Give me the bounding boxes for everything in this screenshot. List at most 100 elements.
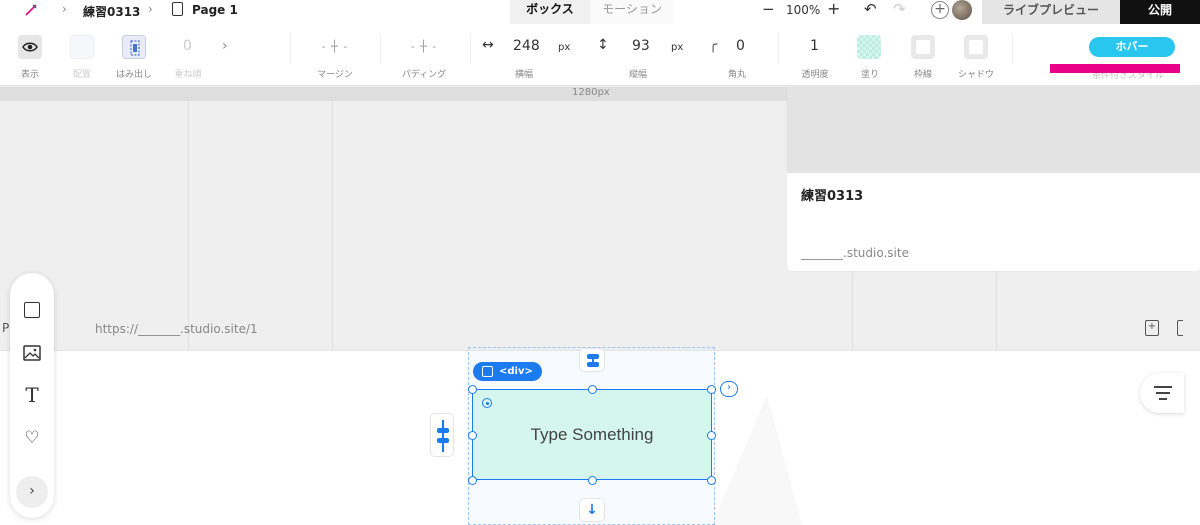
resize-handle[interactable] — [468, 431, 477, 440]
radius-label: 角丸 — [727, 70, 746, 80]
eye-icon[interactable] — [18, 35, 42, 59]
element-tag[interactable]: <div> — [473, 362, 542, 381]
margin-icon[interactable]: - ┼ - — [315, 36, 355, 58]
properties-toolbar: 表示 配置 はみ出し 0 重ね順 › - ┼ - マージン - ┼ - パディン… — [0, 24, 1200, 86]
selected-box[interactable]: Type Something — [472, 389, 712, 480]
width-value[interactable]: 248 — [513, 38, 540, 54]
padding-icon[interactable]: - ┼ - — [404, 36, 444, 58]
image-icon[interactable] — [21, 342, 43, 364]
avatar[interactable] — [952, 0, 972, 20]
top-spacing-handle[interactable] — [579, 348, 605, 372]
padding-label: パディング — [401, 70, 447, 80]
border-label: 枠線 — [913, 70, 932, 80]
resize-handle[interactable] — [707, 385, 716, 394]
divider — [470, 34, 471, 64]
left-spacing-handle[interactable] — [430, 413, 454, 457]
divider — [778, 34, 779, 64]
placement-icon — [70, 35, 94, 59]
page-settings-icon[interactable] — [1177, 320, 1183, 336]
grid-line — [332, 101, 333, 350]
resize-handle[interactable] — [707, 431, 716, 440]
chevron-right-icon[interactable]: › — [720, 381, 738, 397]
chevron-right-icon[interactable]: › — [16, 476, 48, 508]
heart-icon[interactable]: ♡ — [21, 427, 43, 449]
anchor-icon[interactable] — [482, 398, 492, 408]
width-unit[interactable]: px — [558, 42, 570, 53]
zorder-label: 重ね順 — [174, 70, 202, 80]
zoom-level[interactable]: 100% — [786, 3, 820, 17]
page-thumbnail — [787, 87, 1200, 173]
display-control[interactable]: 表示 — [10, 24, 50, 86]
zorder-control: 0 重ね順 — [168, 24, 208, 86]
redo-icon[interactable]: ↷ — [893, 0, 906, 18]
height-unit[interactable]: px — [671, 42, 683, 53]
fill-label: 塗り — [860, 70, 879, 80]
display-label: 表示 — [20, 70, 39, 80]
ruler-width-label: 1280px — [572, 87, 610, 98]
highlight-bar — [1050, 64, 1180, 73]
hover-button[interactable]: ホバー — [1089, 37, 1175, 57]
decorative-shape — [712, 395, 802, 525]
shadow-swatch[interactable] — [964, 35, 988, 59]
width-label: 横幅 — [514, 70, 533, 80]
height-arrows-icon: ↕ — [597, 37, 609, 53]
opacity-control[interactable]: 1 透明度 — [795, 24, 835, 86]
placement-label: 配置 — [72, 70, 91, 80]
zoom-in-icon[interactable]: + — [827, 0, 840, 18]
square-icon[interactable] — [21, 299, 43, 321]
live-preview-button[interactable]: ライブプレビュー — [982, 0, 1120, 24]
fill-swatch[interactable] — [857, 35, 881, 59]
radius-value[interactable]: 0 — [736, 38, 745, 54]
overflow-icon[interactable] — [122, 35, 146, 59]
fill-control[interactable]: 塗り — [850, 24, 890, 86]
project-name[interactable]: 練習0313 — [83, 3, 140, 20]
tab-motion[interactable]: モーション — [590, 0, 674, 24]
opacity-label: 透明度 — [801, 70, 829, 80]
top-bar: › 練習0313 › Page 1 ボックス モーション − 100% + ↶ … — [0, 0, 1200, 24]
border-swatch[interactable] — [911, 35, 935, 59]
card-title: 練習0313 — [801, 189, 864, 204]
page-name[interactable]: Page 1 — [192, 3, 238, 17]
border-control[interactable]: 枠線 — [903, 24, 943, 86]
breadcrumb-chevron-icon: › — [62, 2, 67, 16]
tool-palette: T ♡ › — [10, 273, 54, 518]
resize-handle[interactable] — [588, 476, 597, 485]
opacity-value[interactable]: 1 — [810, 38, 819, 54]
shadow-label: シャドウ — [957, 70, 994, 80]
height-label: 縦幅 — [628, 70, 647, 80]
publish-button[interactable]: 公開 — [1120, 0, 1200, 24]
page-url: https://_______.studio.site/1 — [95, 322, 258, 336]
grid-line — [188, 101, 189, 350]
element-tag-label: <div> — [499, 366, 533, 377]
margin-control[interactable]: - ┼ - マージン — [308, 24, 362, 86]
arrow-down-icon[interactable]: ↓ — [579, 498, 605, 522]
height-control[interactable]: ↕ 93 px 縦幅 — [592, 24, 684, 86]
chevron-right-icon[interactable]: › — [222, 38, 228, 54]
shadow-control[interactable]: シャドウ — [952, 24, 1000, 86]
resize-handle[interactable] — [468, 385, 477, 394]
resize-handle[interactable] — [468, 476, 477, 485]
page-prefix: P — [2, 321, 10, 335]
layers-filter-icon[interactable] — [1140, 373, 1184, 413]
resize-handle[interactable] — [588, 385, 597, 394]
card-url: _______.studio.site — [801, 246, 909, 260]
width-control[interactable]: ↔ 248 px 横幅 — [478, 24, 570, 86]
box-text[interactable]: Type Something — [473, 425, 711, 445]
overflow-control[interactable]: はみ出し — [110, 24, 158, 86]
overflow-label: はみ出し — [115, 70, 152, 80]
height-value[interactable]: 93 — [632, 38, 650, 54]
tab-box[interactable]: ボックス — [510, 0, 590, 24]
add-member-icon[interactable]: + — [931, 1, 949, 19]
page-preview-card[interactable]: 練習0313 _______.studio.site — [787, 87, 1200, 271]
square-icon — [482, 366, 493, 377]
resize-handle[interactable] — [707, 476, 716, 485]
text-icon[interactable]: T — [21, 384, 43, 406]
divider — [380, 34, 381, 64]
undo-icon[interactable]: ↶ — [864, 0, 877, 18]
zoom-out-icon[interactable]: − — [762, 0, 775, 18]
padding-control[interactable]: - ┼ - パディング — [395, 24, 453, 86]
radius-control[interactable]: ╭ 0 角丸 — [705, 24, 769, 86]
pen-icon[interactable] — [24, 3, 38, 17]
page-icon — [172, 2, 183, 16]
add-page-icon[interactable]: + — [1145, 320, 1159, 336]
